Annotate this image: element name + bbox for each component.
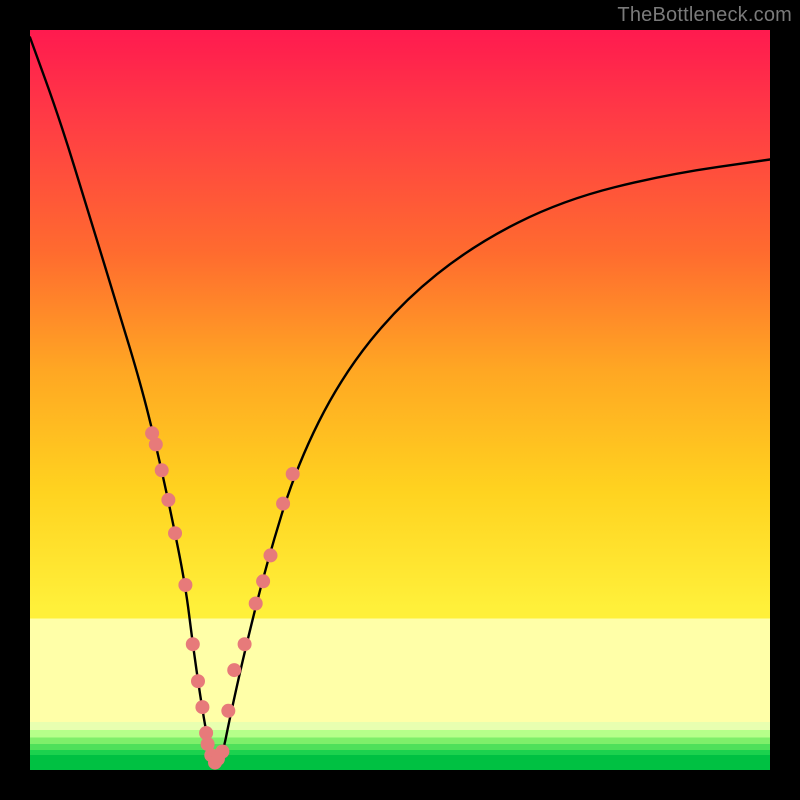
highlight-dot	[168, 526, 182, 540]
highlight-dot	[256, 574, 270, 588]
highlight-dot	[249, 597, 263, 611]
highlight-dot	[264, 548, 278, 562]
highlight-dot	[238, 637, 252, 651]
highlight-dot	[149, 437, 163, 451]
bottleneck-curve	[30, 37, 770, 759]
chart-svg	[30, 30, 770, 770]
highlight-dot	[155, 463, 169, 477]
highlight-dot	[178, 578, 192, 592]
highlight-dots	[145, 426, 300, 769]
highlight-dot	[227, 663, 241, 677]
highlight-dot	[186, 637, 200, 651]
watermark-text: TheBottleneck.com	[617, 4, 792, 27]
highlight-dot	[161, 493, 175, 507]
highlight-dot	[286, 467, 300, 481]
highlight-dot	[221, 704, 235, 718]
plot-area	[30, 30, 770, 770]
highlight-dot	[191, 674, 205, 688]
highlight-dot	[215, 745, 229, 759]
highlight-dot	[195, 700, 209, 714]
chart-container: TheBottleneck.com	[0, 0, 800, 800]
curve-layer	[30, 37, 770, 759]
highlight-dot	[276, 497, 290, 511]
